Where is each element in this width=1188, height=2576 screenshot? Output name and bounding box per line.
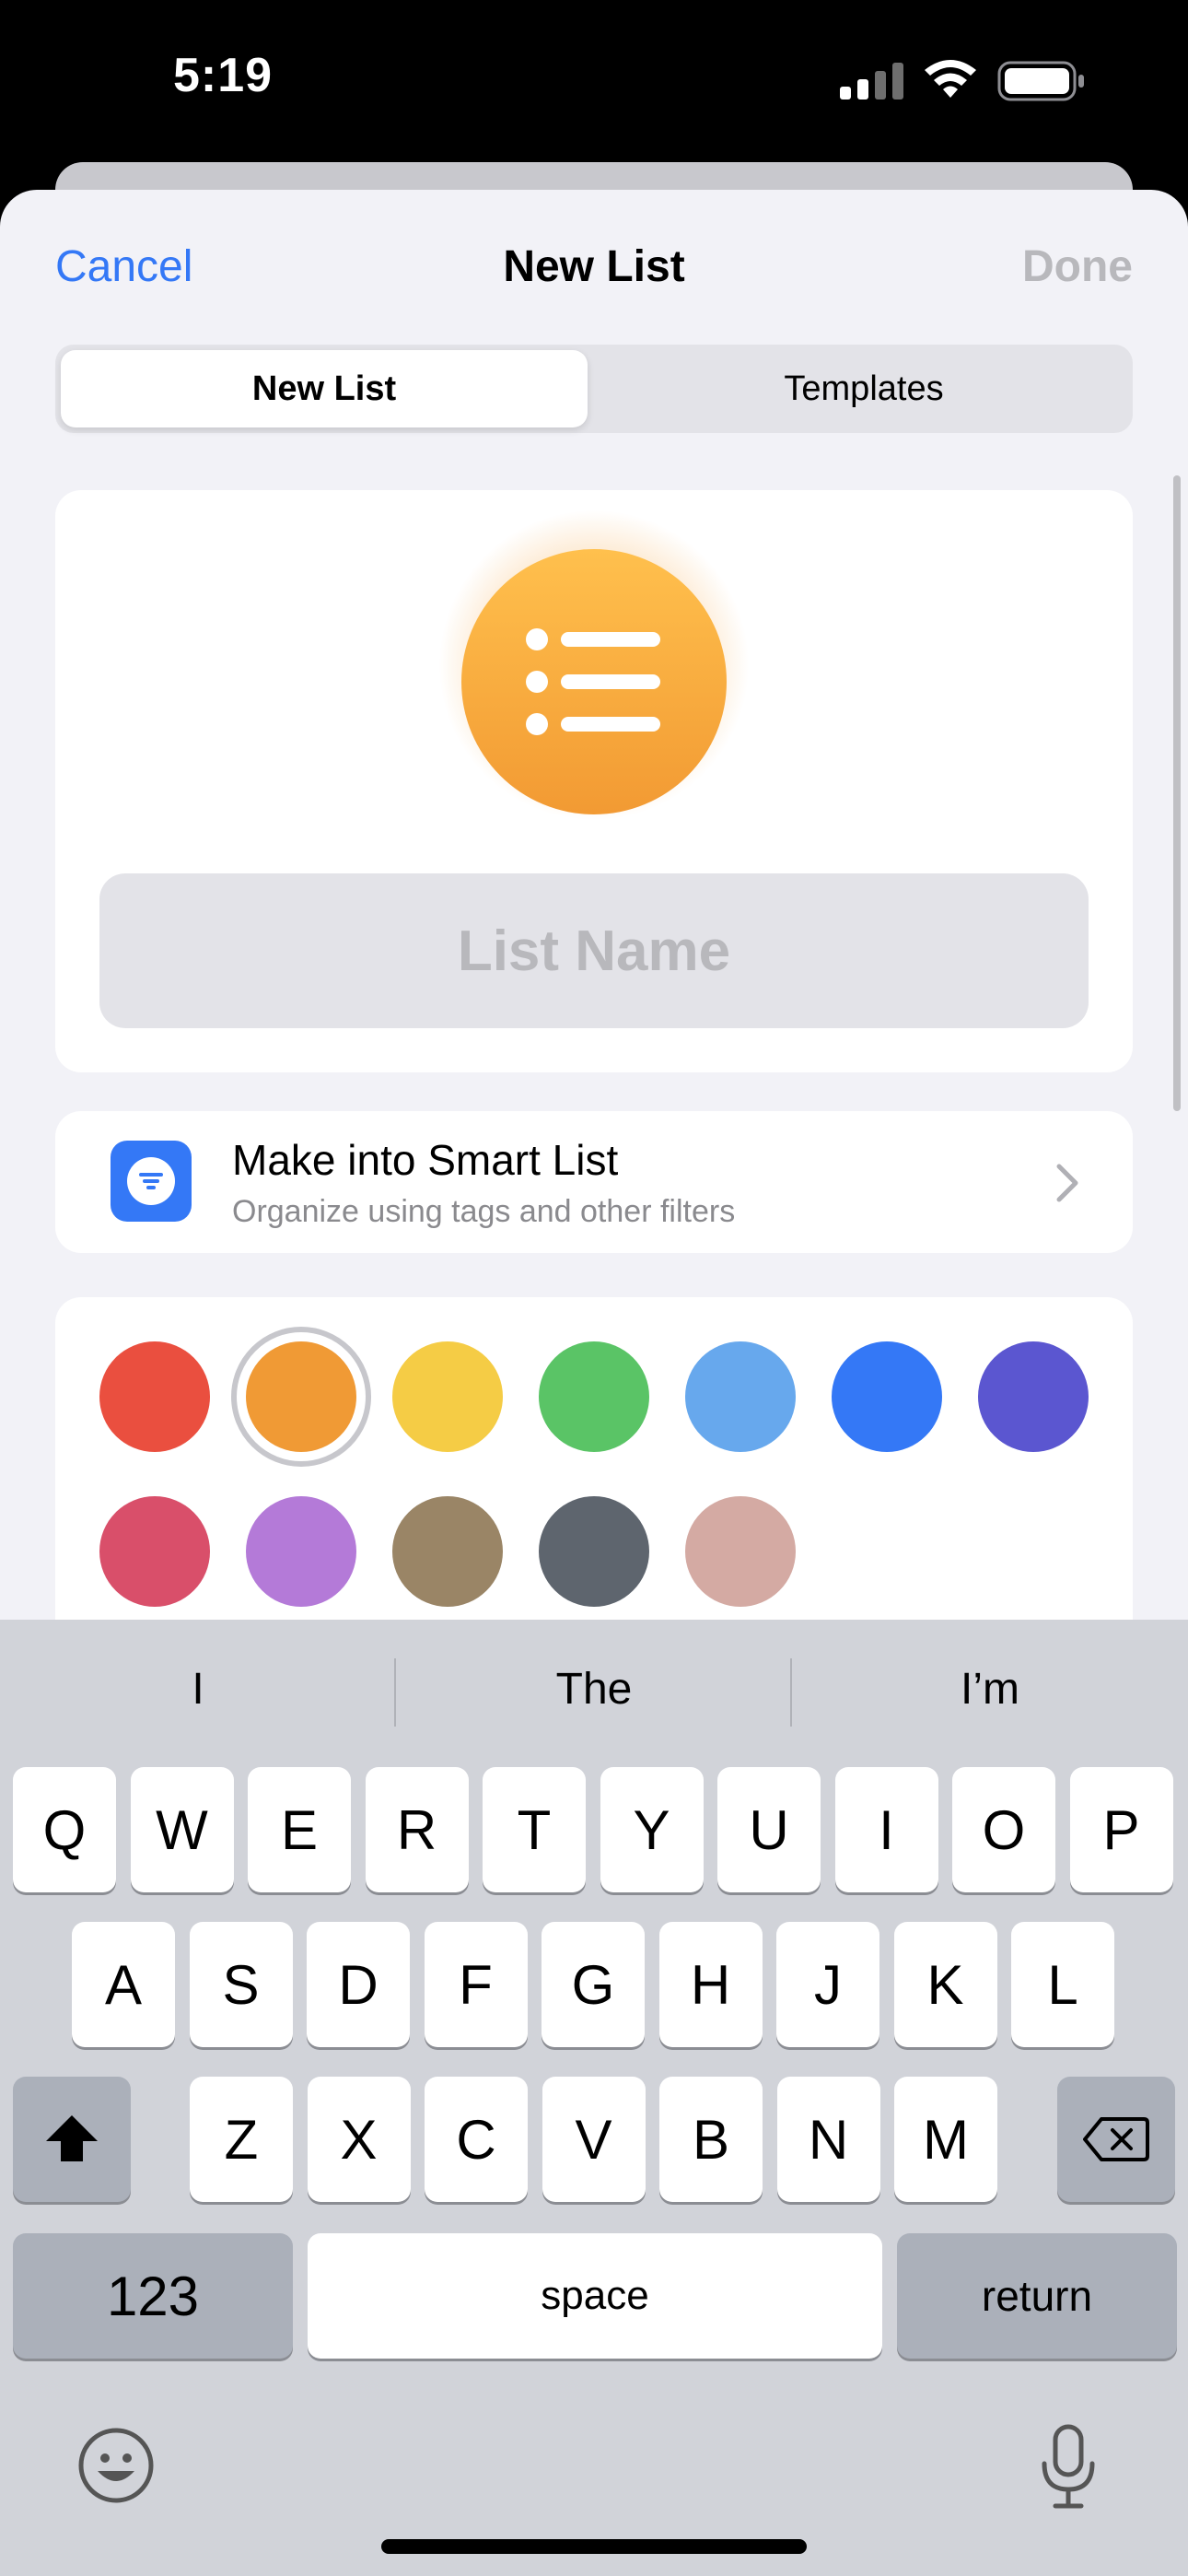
shift-key[interactable] — [13, 2077, 131, 2202]
color-swatch[interactable] — [978, 1341, 1089, 1452]
key-t[interactable]: T — [483, 1767, 586, 1892]
key-r[interactable]: R — [365, 1767, 469, 1892]
wifi-icon — [925, 60, 976, 98]
backspace-icon — [1083, 2117, 1149, 2161]
suggestion-1[interactable]: I — [0, 1620, 396, 1758]
list-bullet-icon[interactable] — [461, 549, 727, 814]
color-swatch[interactable] — [231, 1327, 371, 1467]
key-h[interactable]: H — [658, 1922, 763, 2047]
emoji-icon[interactable] — [77, 2427, 155, 2504]
battery-icon — [997, 61, 1084, 101]
key-n[interactable]: N — [776, 2077, 880, 2202]
cellular-signal-icon — [840, 63, 903, 100]
smart-list-title: Make into Smart List — [232, 1136, 619, 1184]
smart-list-subtitle: Organize using tags and other filters — [232, 1194, 736, 1229]
key-m[interactable]: M — [894, 2077, 997, 2202]
key-i[interactable]: I — [834, 1767, 938, 1892]
key-x[interactable]: X — [307, 2077, 411, 2202]
key-g[interactable]: G — [542, 1922, 645, 2047]
return-key[interactable]: return — [897, 2233, 1177, 2359]
key-l[interactable]: L — [1011, 1922, 1114, 2047]
key-v[interactable]: V — [542, 2077, 646, 2202]
keyboard: I The I’m QWERTYUIOPASDFGHJKLZXCVBNM 123… — [0, 1620, 1188, 2576]
chevron-right-icon — [1056, 1164, 1078, 1202]
color-swatch[interactable] — [685, 1496, 796, 1607]
shift-arrow-icon — [46, 2115, 98, 2161]
numbers-key[interactable]: 123 — [13, 2233, 293, 2359]
smart-list-row[interactable]: Make into Smart List Organize using tags… — [55, 1111, 1133, 1253]
segmented-control: New List Templates — [55, 345, 1133, 433]
color-picker-card — [55, 1297, 1133, 1666]
microphone-icon[interactable] — [1039, 2423, 1098, 2512]
status-bar: 5:19 — [0, 0, 1188, 166]
color-swatch[interactable] — [99, 1496, 210, 1607]
key-d[interactable]: D — [307, 1922, 410, 2047]
status-time: 5:19 — [173, 49, 274, 102]
suggestion-3[interactable]: I’m — [792, 1620, 1188, 1758]
color-swatch[interactable] — [392, 1496, 503, 1607]
key-w[interactable]: W — [130, 1767, 234, 1892]
key-e[interactable]: E — [248, 1767, 351, 1892]
list-header-card — [55, 490, 1133, 1072]
key-u[interactable]: U — [717, 1767, 821, 1892]
key-o[interactable]: O — [952, 1767, 1055, 1892]
key-z[interactable]: Z — [190, 2077, 293, 2202]
color-swatch[interactable] — [539, 1341, 649, 1452]
key-s[interactable]: S — [189, 1922, 293, 2047]
color-swatch[interactable] — [99, 1341, 210, 1452]
key-c[interactable]: C — [425, 2077, 528, 2202]
key-j[interactable]: J — [776, 1922, 879, 2047]
done-button[interactable]: Done — [1022, 241, 1133, 292]
color-swatch[interactable] — [392, 1341, 503, 1452]
scroll-indicator — [1173, 475, 1181, 1111]
suggestion-bar: I The I’m — [0, 1620, 1188, 1758]
home-indicator — [381, 2539, 807, 2554]
key-y[interactable]: Y — [600, 1767, 704, 1892]
color-swatch[interactable] — [539, 1496, 649, 1607]
key-p[interactable]: P — [1069, 1767, 1173, 1892]
space-key[interactable]: space — [308, 2233, 882, 2359]
key-b[interactable]: B — [659, 2077, 763, 2202]
smart-list-filter-icon — [111, 1141, 192, 1222]
key-f[interactable]: F — [424, 1922, 528, 2047]
color-swatch[interactable] — [685, 1341, 796, 1452]
tab-templates[interactable]: Templates — [600, 350, 1127, 427]
delete-key[interactable] — [1057, 2077, 1175, 2202]
cancel-button[interactable]: Cancel — [55, 241, 192, 292]
suggestion-2[interactable]: The — [396, 1620, 792, 1758]
color-swatch[interactable] — [246, 1496, 356, 1607]
key-a[interactable]: A — [72, 1922, 175, 2047]
key-k[interactable]: K — [893, 1922, 997, 2047]
list-name-input[interactable] — [99, 873, 1089, 1028]
key-q[interactable]: Q — [13, 1767, 116, 1892]
color-swatch[interactable] — [832, 1341, 942, 1452]
tab-new-list[interactable]: New List — [61, 350, 588, 427]
